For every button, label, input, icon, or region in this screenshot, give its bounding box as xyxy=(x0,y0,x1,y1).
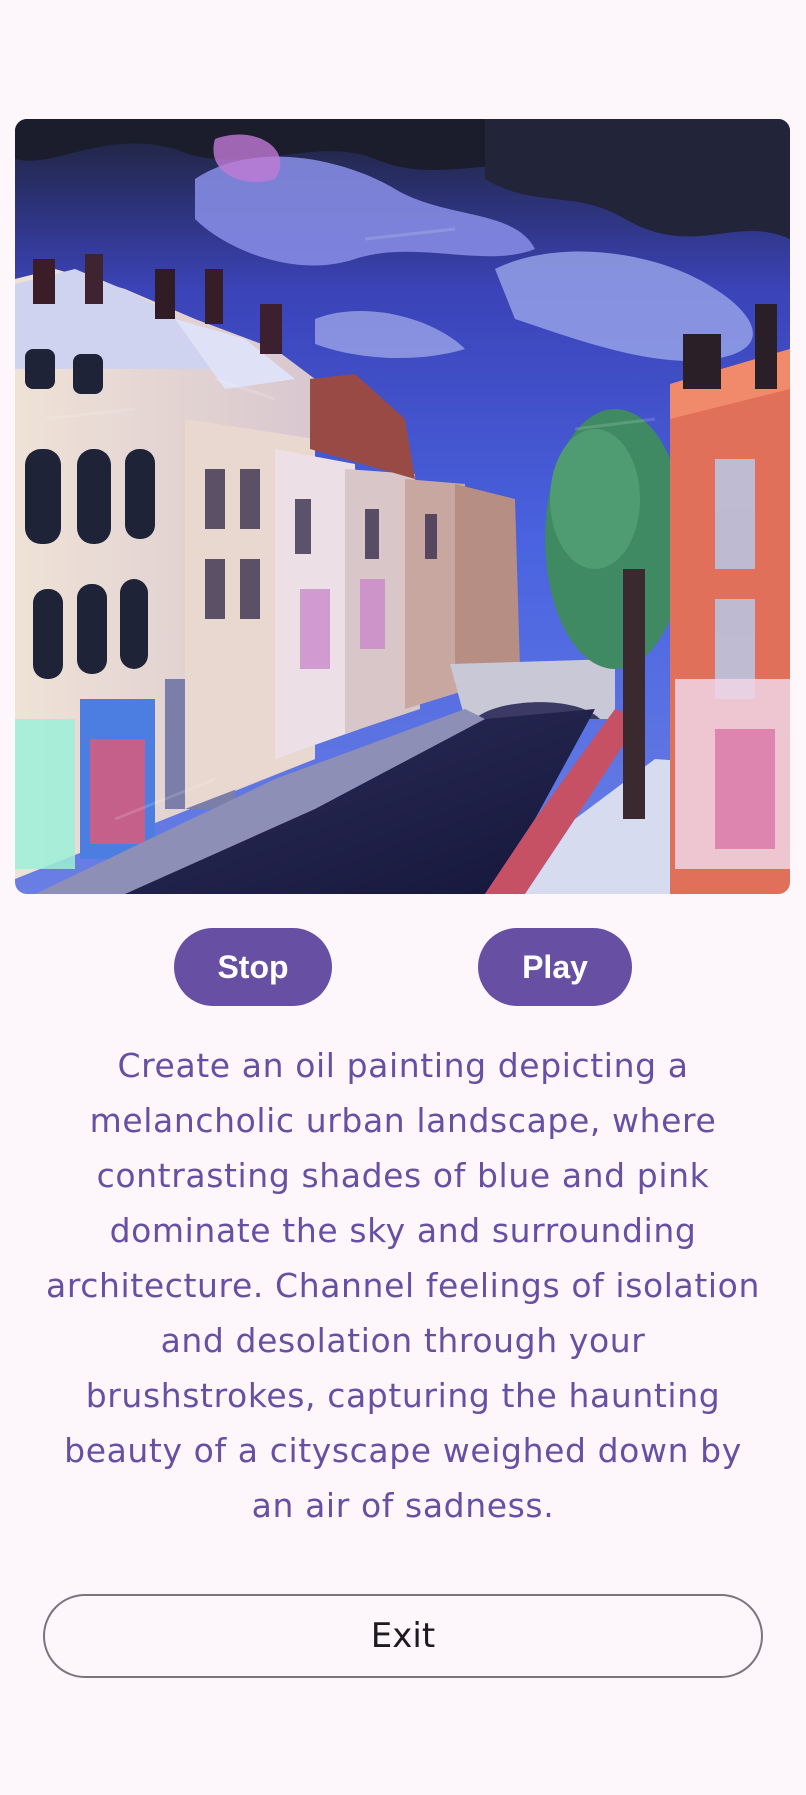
generated-artwork-image xyxy=(15,119,790,894)
exit-button[interactable]: Exit xyxy=(43,1594,763,1678)
stop-button[interactable]: Stop xyxy=(174,928,332,1006)
prompt-description: Create an oil painting depicting a melan… xyxy=(46,1046,760,1525)
play-button[interactable]: Play xyxy=(478,928,632,1006)
